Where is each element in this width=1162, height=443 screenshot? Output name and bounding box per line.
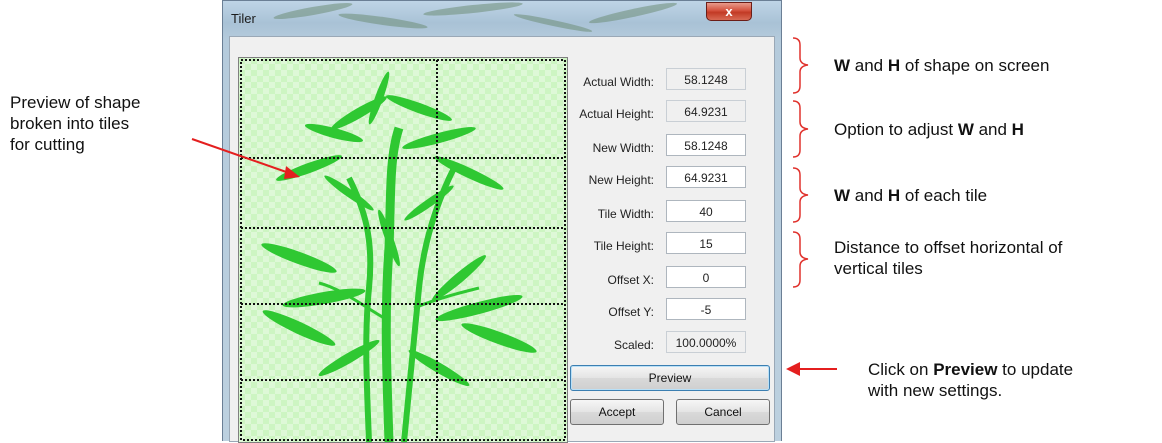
offset-note-line2: vertical tiles (834, 259, 923, 278)
w-bold: W (957, 120, 974, 139)
offset-note: Distance to offset horizontal of vertica… (834, 237, 1062, 279)
h-bold: H (887, 56, 901, 75)
brackets (792, 37, 809, 288)
bracket-adjust (792, 100, 809, 158)
arrow-head-icon (786, 362, 800, 376)
preview-bold: Preview (933, 360, 998, 379)
bracket-wh-screen (792, 37, 809, 94)
note-text: Click on (868, 360, 934, 379)
wh-screen-note: W and H of shape on screen (834, 55, 1049, 76)
w-bold: W (834, 56, 851, 75)
h-bold: H (887, 186, 901, 205)
preview-note-line2: with new settings. (868, 381, 1003, 400)
note-text: of each tile (900, 186, 988, 205)
note-text: Option to adjust (834, 120, 958, 139)
bracket-offset (792, 231, 809, 288)
note-text: and (973, 120, 1012, 139)
offset-note-line1: Distance to offset horizontal of (834, 238, 1063, 257)
h-bold: H (1011, 120, 1024, 139)
bracket-tile (792, 167, 809, 223)
note-text: and (850, 56, 888, 75)
note-text: to update (997, 360, 1074, 379)
arrow-to-preview (191, 138, 293, 175)
w-bold: W (834, 186, 851, 205)
note-text: of shape on screen (900, 56, 1050, 75)
tile-note: W and H of each tile (834, 185, 987, 206)
adjust-note: Option to adjust W and H (834, 119, 1024, 140)
note-text: and (850, 186, 888, 205)
preview-update-note: Click on Preview to update with new sett… (868, 359, 1073, 401)
arrow-head-icon (284, 166, 300, 179)
